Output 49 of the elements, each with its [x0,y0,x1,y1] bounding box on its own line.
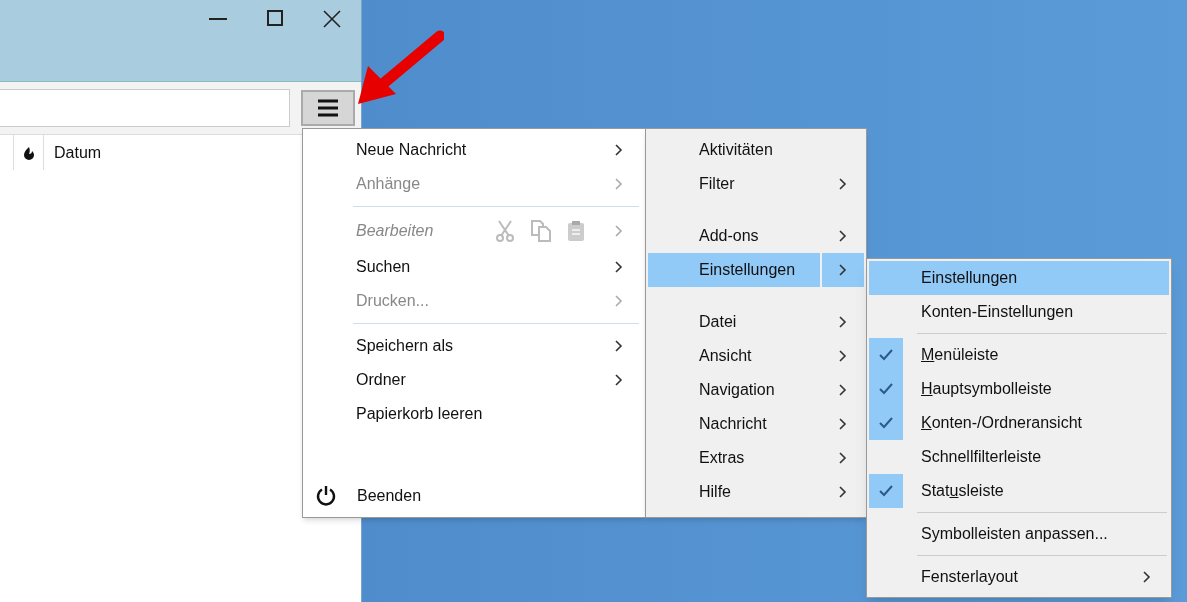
chevron-icon [839,178,847,190]
close-icon[interactable] [323,10,341,28]
menu-item[interactable]: Schnellfilterleiste [903,440,1169,474]
chevron-icon [839,230,847,242]
menu-item[interactable]: Navigation [648,373,820,407]
menu-item[interactable]: Konten-Einstellungen [903,295,1169,329]
power-icon [315,485,337,507]
chevron-icon [839,418,847,430]
menu-item[interactable]: Konten-/Ordneransicht [903,406,1169,440]
menu-button[interactable] [301,90,355,126]
chevron-icon [839,486,847,498]
menu-item[interactable]: Papierkorb leeren [356,402,483,426]
menu-item[interactable]: Hilfe [648,475,820,509]
chevron-icon [615,340,623,352]
menu-item[interactable]: Neue Nachricht [356,138,467,162]
chevron-icon [615,261,623,273]
menu-item[interactable]: Ansicht [648,339,820,373]
menu-item[interactable]: Beenden [357,484,422,508]
chevron-icon [839,316,847,328]
chevron-icon [1143,571,1151,583]
menu-item[interactable]: Extras [648,441,820,475]
chevron-icon [615,295,623,307]
chevron-icon [615,178,623,190]
chevron-icon [839,350,847,362]
chevron-icon [615,144,623,156]
menu-item[interactable]: Einstellungen [648,253,820,287]
chevron-icon [839,264,847,276]
chevron-icon [839,384,847,396]
menu-item[interactable]: Hauptsymbolleiste [903,372,1169,406]
menu-item[interactable]: Statusleiste [903,474,1169,508]
flame-icon[interactable] [23,145,35,160]
menu-item[interactable]: Ordner [356,368,406,392]
menu-item[interactable]: Aktivitäten [648,133,820,167]
menu-item[interactable]: Menüleiste [903,338,1169,372]
maximize-icon[interactable] [267,10,283,26]
column-header[interactable]: Datum [54,140,102,165]
menu-icon [318,99,338,117]
menu-item[interactable]: Speichern als [356,334,453,358]
menu-item[interactable]: Add-ons [648,219,820,253]
menu-item[interactable]: Fensterlayout [903,560,1169,594]
menu-item[interactable]: Symbolleisten anpassen... [903,517,1169,551]
menu-item[interactable]: Suchen [356,255,411,279]
menu-item[interactable]: Datei [648,305,820,339]
chevron-icon [615,374,623,386]
menu-item[interactable]: Filter [648,167,820,201]
menu-item[interactable]: Nachricht [648,407,820,441]
chevron-icon [615,225,623,237]
chevron-icon [839,452,847,464]
search-field[interactable] [0,89,290,127]
